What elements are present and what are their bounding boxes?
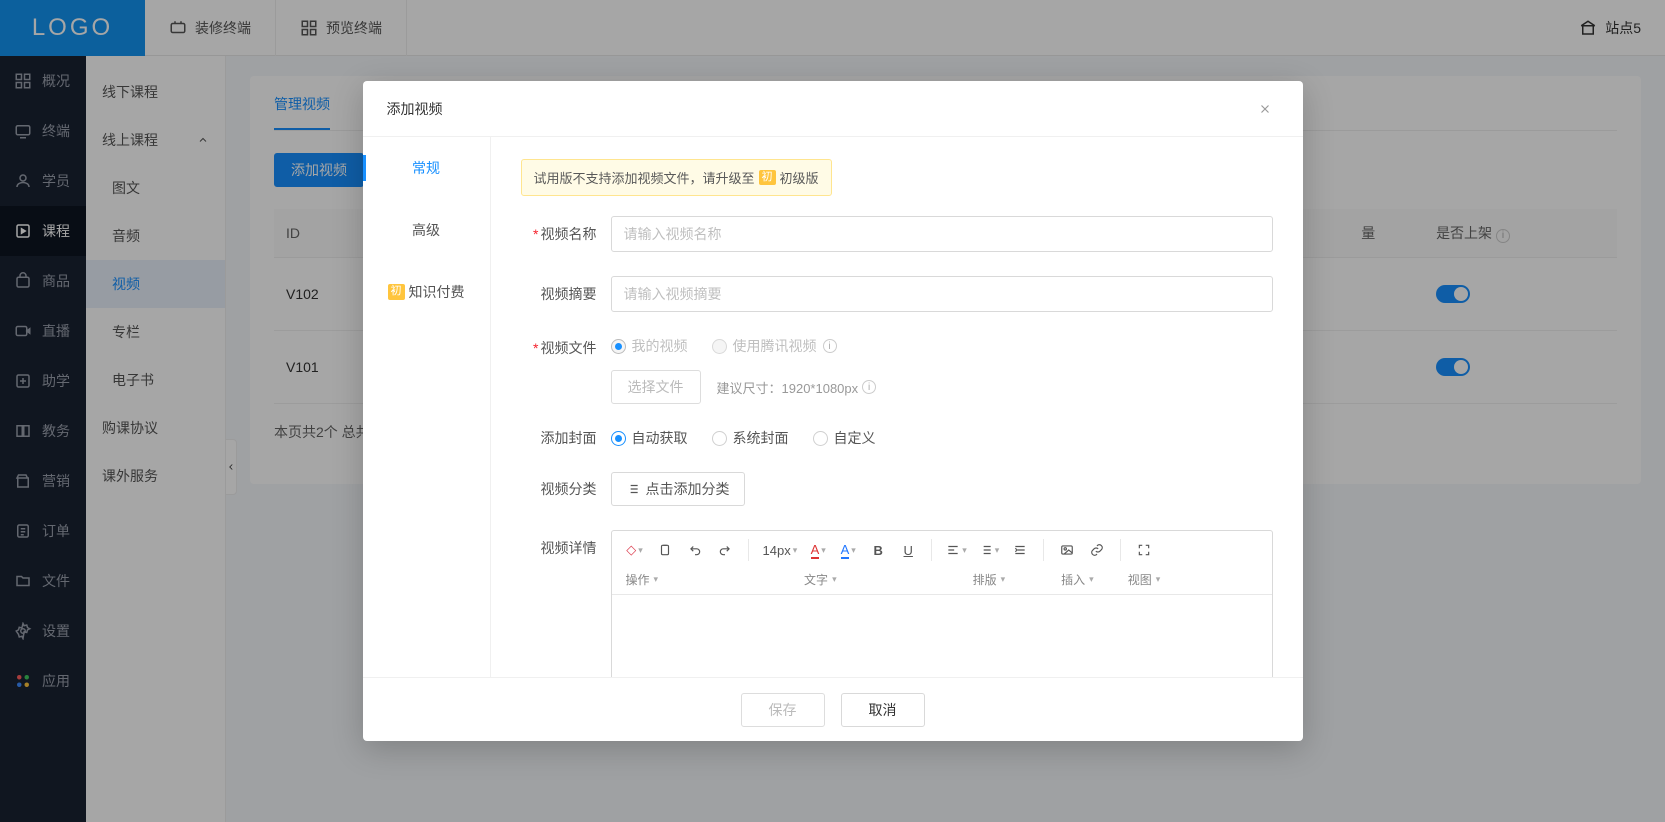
close-button[interactable]: [1251, 95, 1279, 123]
modal-tab-general[interactable]: 常规: [363, 137, 490, 199]
radio-cover-auto[interactable]: 自动获取: [611, 428, 688, 448]
radio-tencent-video[interactable]: 使用腾讯视频i: [712, 336, 837, 356]
align-icon[interactable]: ▾: [942, 537, 971, 563]
chu-badge: 初: [388, 284, 405, 299]
rich-text-editor: ◇▾ 14px▾ A▾ A▾ B U: [611, 530, 1273, 677]
list-format-icon[interactable]: ▾: [975, 537, 1004, 563]
modal-tab-advanced[interactable]: 高级: [363, 199, 490, 261]
radio-my-video[interactable]: 我的视频: [611, 336, 688, 356]
select-file-button[interactable]: 选择文件: [611, 370, 701, 404]
editor-group-text: 文字▾: [800, 571, 841, 588]
add-video-modal: 添加视频 常规 高级 初 知识付费 试用版不支持添加视频文件，请升级至 初 初级…: [363, 81, 1303, 741]
paste-icon[interactable]: [652, 537, 678, 563]
label-video-summary: 视频摘要: [541, 286, 597, 302]
info-icon: i: [862, 380, 876, 394]
modal-tab-knowledge[interactable]: 初 知识付费: [363, 261, 490, 323]
fullscreen-icon[interactable]: [1131, 537, 1157, 563]
image-icon[interactable]: [1054, 537, 1080, 563]
radio-cover-system[interactable]: 系统封面: [712, 428, 789, 448]
video-summary-input[interactable]: [611, 276, 1273, 312]
bold-icon[interactable]: B: [865, 537, 891, 563]
underline-icon[interactable]: U: [895, 537, 921, 563]
add-category-button[interactable]: 点击添加分类: [611, 472, 745, 506]
video-name-input[interactable]: [611, 216, 1273, 252]
redo-icon[interactable]: [712, 537, 738, 563]
editor-group-insert: 插入▾: [1057, 571, 1098, 588]
indent-icon[interactable]: [1007, 537, 1033, 563]
bg-color-icon[interactable]: A▾: [835, 537, 861, 563]
modal-title: 添加视频: [387, 99, 443, 119]
editor-group-op: 操作▾: [622, 571, 663, 588]
label-detail: 视频详情: [541, 540, 597, 556]
info-icon: i: [823, 339, 837, 353]
eraser-icon[interactable]: ◇▾: [622, 537, 648, 563]
upgrade-alert: 试用版不支持添加视频文件，请升级至 初 初级版: [521, 159, 832, 196]
radio-cover-custom[interactable]: 自定义: [813, 428, 876, 448]
modal-side-tabs: 常规 高级 初 知识付费: [363, 137, 491, 677]
size-hint: 建议尺寸：1920*1080pxi: [717, 378, 877, 397]
editor-group-view: 视图▾: [1124, 571, 1165, 588]
label-video-file: 视频文件: [541, 340, 597, 356]
font-color-icon[interactable]: A▾: [805, 537, 831, 563]
chu-badge: 初: [759, 170, 776, 185]
close-icon: [1258, 102, 1272, 116]
editor-group-layout: 排版▾: [969, 571, 1010, 588]
list-icon: [626, 482, 640, 496]
link-icon[interactable]: [1084, 537, 1110, 563]
font-size-select[interactable]: 14px▾: [759, 537, 802, 563]
editor-content[interactable]: [612, 595, 1272, 677]
save-button[interactable]: 保存: [741, 693, 825, 727]
undo-icon[interactable]: [682, 537, 708, 563]
label-category: 视频分类: [541, 481, 597, 497]
label-cover: 添加封面: [541, 430, 597, 446]
label-video-name: 视频名称: [541, 226, 597, 242]
cancel-button[interactable]: 取消: [841, 693, 925, 727]
